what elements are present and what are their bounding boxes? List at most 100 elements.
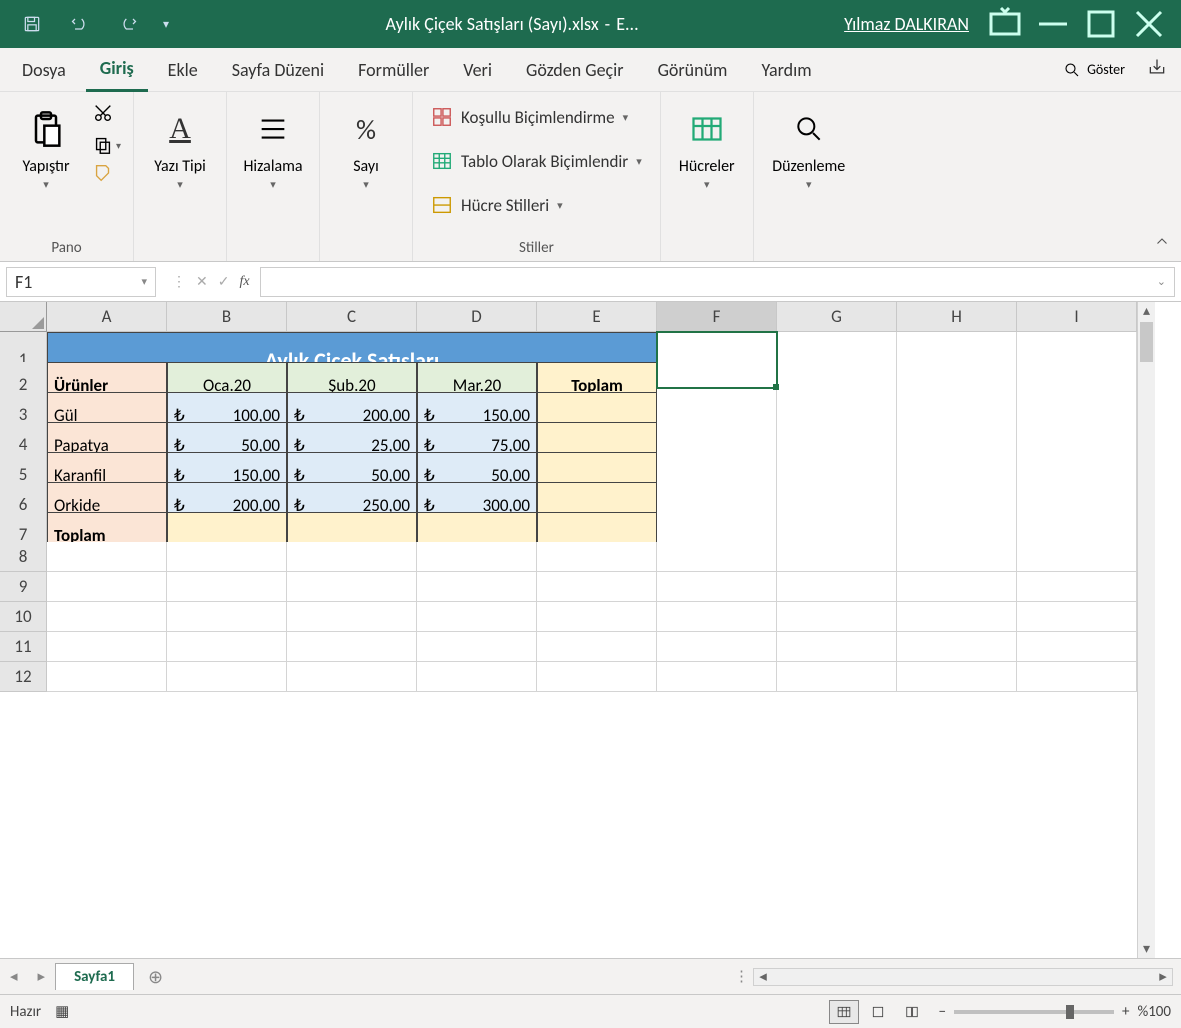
cell[interactable]: [287, 662, 417, 692]
accept-formula-button[interactable]: ✓: [218, 273, 230, 290]
macro-record-icon[interactable]: ▦: [55, 1002, 69, 1021]
cell[interactable]: [287, 602, 417, 632]
zoom-slider[interactable]: [954, 1010, 1114, 1014]
tab-page-layout[interactable]: Sayfa Düzeni: [218, 49, 338, 91]
cell[interactable]: [167, 602, 287, 632]
cell[interactable]: [47, 632, 167, 662]
column-header[interactable]: D: [417, 302, 537, 332]
cell[interactable]: [167, 572, 287, 602]
column-header[interactable]: G: [777, 302, 897, 332]
cell[interactable]: [417, 662, 537, 692]
share-button[interactable]: [1141, 51, 1173, 88]
cell[interactable]: [897, 602, 1017, 632]
cell[interactable]: [897, 542, 1017, 572]
column-header[interactable]: B: [167, 302, 287, 332]
sheet-nav-prev[interactable]: ◂: [0, 967, 28, 986]
cut-button[interactable]: [92, 102, 121, 128]
cell[interactable]: [47, 662, 167, 692]
column-header[interactable]: F: [657, 302, 777, 332]
cell[interactable]: [897, 632, 1017, 662]
tab-view[interactable]: Görünüm: [644, 49, 742, 91]
zoom-out-button[interactable]: −: [939, 1003, 946, 1021]
cell[interactable]: [417, 572, 537, 602]
row-header[interactable]: 11: [0, 632, 47, 662]
cell[interactable]: [777, 602, 897, 632]
cell[interactable]: [537, 662, 657, 692]
cell[interactable]: [287, 632, 417, 662]
cell[interactable]: [417, 602, 537, 632]
number-button[interactable]: % Sayı ▾: [330, 98, 402, 197]
close-button[interactable]: [1125, 4, 1173, 44]
grid[interactable]: ABCDEFGHI1Aylık Çiçek Satışları2ÜrünlerO…: [0, 302, 1137, 958]
cell[interactable]: [657, 572, 777, 602]
row-header[interactable]: 12: [0, 662, 47, 692]
qat-more-button[interactable]: ▾: [152, 0, 180, 48]
vertical-scrollbar[interactable]: ▴▾: [1137, 302, 1155, 958]
ribbon-display-button[interactable]: [981, 4, 1029, 44]
cell[interactable]: [777, 542, 897, 572]
zoom-in-button[interactable]: +: [1122, 1003, 1129, 1021]
column-header[interactable]: E: [537, 302, 657, 332]
tab-home[interactable]: Giriş: [86, 47, 148, 92]
cell[interactable]: [777, 632, 897, 662]
view-normal-button[interactable]: [829, 1000, 859, 1024]
font-button[interactable]: A Yazı Tipi ▾: [144, 98, 216, 197]
cell[interactable]: [897, 662, 1017, 692]
tab-help[interactable]: Yardım: [747, 49, 825, 91]
cell[interactable]: [657, 602, 777, 632]
cell[interactable]: [537, 602, 657, 632]
cell[interactable]: [1017, 632, 1137, 662]
cell-styles-button[interactable]: Hücre Stilleri▾: [425, 190, 648, 220]
row-header[interactable]: 8: [0, 542, 47, 572]
view-page-break-button[interactable]: [897, 1000, 927, 1024]
cell[interactable]: [417, 542, 537, 572]
format-as-table-button[interactable]: Tablo Olarak Biçimlendir▾: [425, 146, 648, 176]
user-name[interactable]: Yılmaz DALKIRAN: [844, 13, 969, 35]
save-button[interactable]: [8, 0, 56, 48]
cell[interactable]: [777, 572, 897, 602]
cell[interactable]: [537, 542, 657, 572]
row-header[interactable]: 10: [0, 602, 47, 632]
minimize-button[interactable]: [1029, 4, 1077, 44]
cell[interactable]: [1017, 542, 1137, 572]
tab-file[interactable]: Dosya: [8, 49, 80, 91]
cell[interactable]: [287, 542, 417, 572]
cell[interactable]: [537, 632, 657, 662]
maximize-button[interactable]: [1077, 4, 1125, 44]
undo-button[interactable]: [56, 0, 104, 48]
cell[interactable]: [1017, 662, 1137, 692]
column-header[interactable]: A: [47, 302, 167, 332]
cell[interactable]: [657, 542, 777, 572]
cell[interactable]: [657, 632, 777, 662]
cell[interactable]: [47, 542, 167, 572]
cell[interactable]: [47, 602, 167, 632]
fx-icon[interactable]: fx: [239, 274, 249, 290]
row-header[interactable]: 9: [0, 572, 47, 602]
cell[interactable]: [167, 632, 287, 662]
tell-me-search[interactable]: Göster: [1053, 55, 1135, 85]
name-box[interactable]: F1▾: [6, 267, 156, 297]
cancel-formula-button[interactable]: ✕: [196, 273, 208, 290]
formula-input[interactable]: ⌄: [260, 267, 1175, 297]
sheet-nav-next[interactable]: ▸: [28, 967, 56, 986]
column-header[interactable]: I: [1017, 302, 1137, 332]
tab-data[interactable]: Veri: [449, 49, 506, 91]
collapse-ribbon-button[interactable]: [1153, 233, 1171, 255]
conditional-formatting-button[interactable]: Koşullu Biçimlendirme▾: [425, 102, 648, 132]
cell[interactable]: [537, 572, 657, 602]
paste-button[interactable]: Yapıştır ▾: [10, 98, 82, 197]
format-painter-button[interactable]: [92, 162, 121, 188]
cell[interactable]: [1017, 572, 1137, 602]
alignment-button[interactable]: Hizalama ▾: [237, 98, 309, 197]
cell[interactable]: [897, 572, 1017, 602]
copy-button[interactable]: ▾: [92, 134, 121, 156]
cell[interactable]: [657, 332, 777, 388]
cell[interactable]: [1017, 602, 1137, 632]
redo-button[interactable]: [104, 0, 152, 48]
tab-review[interactable]: Gözden Geçir: [512, 49, 638, 91]
cell[interactable]: [167, 662, 287, 692]
new-sheet-button[interactable]: ⊕: [134, 966, 177, 988]
cell[interactable]: [287, 572, 417, 602]
cell[interactable]: [657, 662, 777, 692]
column-header[interactable]: H: [897, 302, 1017, 332]
